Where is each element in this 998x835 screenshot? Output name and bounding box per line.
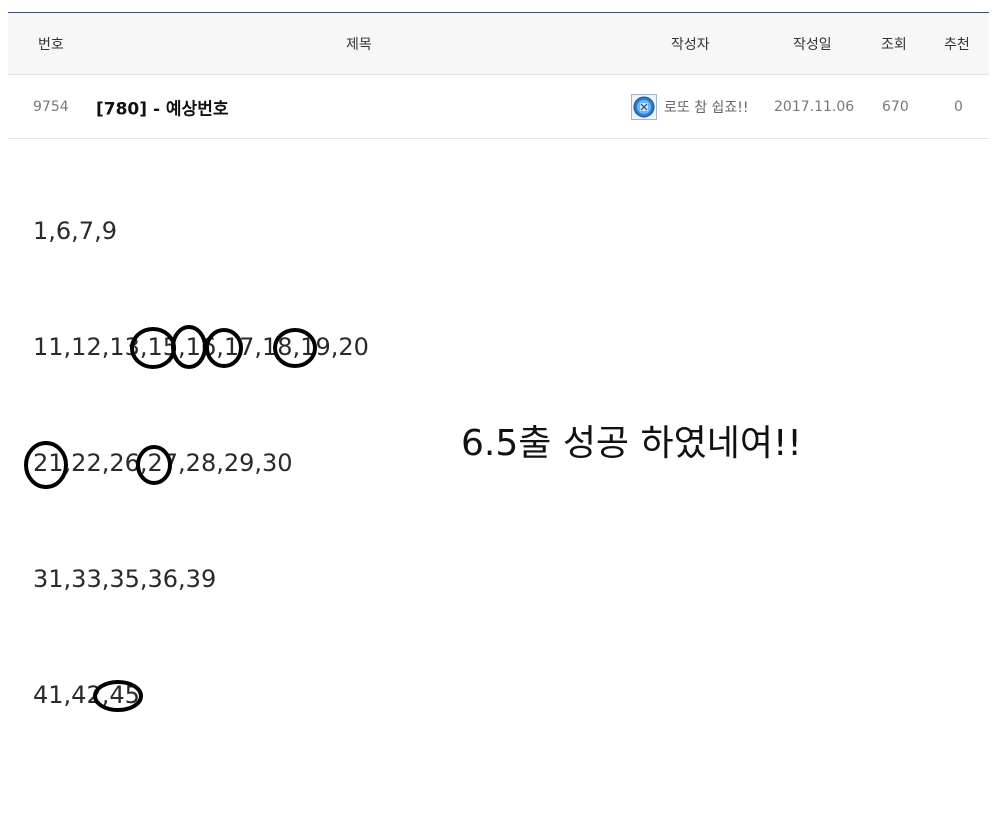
post-number: 9754	[33, 98, 69, 115]
post-date: 2017.11.06	[774, 98, 855, 115]
number-line-3: 21,22,26,27,28,29,30	[33, 449, 293, 477]
post-views: 670	[882, 98, 909, 115]
table-header: 번호 제목 작성자 작성일 조회 추천	[8, 13, 989, 75]
member-level-icon	[631, 93, 657, 120]
number-line-5: 41,42,45	[33, 681, 140, 709]
header-author: 작성자	[671, 36, 710, 53]
header-date: 작성일	[793, 36, 832, 53]
header-views: 조회	[881, 36, 907, 53]
post-title-link[interactable]: [780] - 예상번호	[96, 94, 228, 119]
header-title: 제목	[346, 36, 372, 53]
header-recommend: 추천	[944, 36, 970, 53]
post-author-link[interactable]: 로또 참 쉽죠!!	[664, 97, 749, 117]
success-message: 6.5출 성공 하였네여!!	[461, 423, 802, 464]
board-list: 번호 제목 작성자 작성일 조회 추천 9754 [780] - 예상번호 로또…	[8, 12, 989, 139]
table-row: 9754 [780] - 예상번호 로또 참 쉽죠!! 2017.11.06 6…	[8, 75, 989, 139]
header-number: 번호	[38, 36, 64, 53]
number-line-2: 11,12,13,15,16,17,18,19,20	[33, 333, 369, 361]
number-line-4: 31,33,35,36,39	[33, 565, 217, 593]
number-line-1: 1,6,7,9	[33, 217, 117, 245]
post-recommend: 0	[954, 98, 963, 115]
